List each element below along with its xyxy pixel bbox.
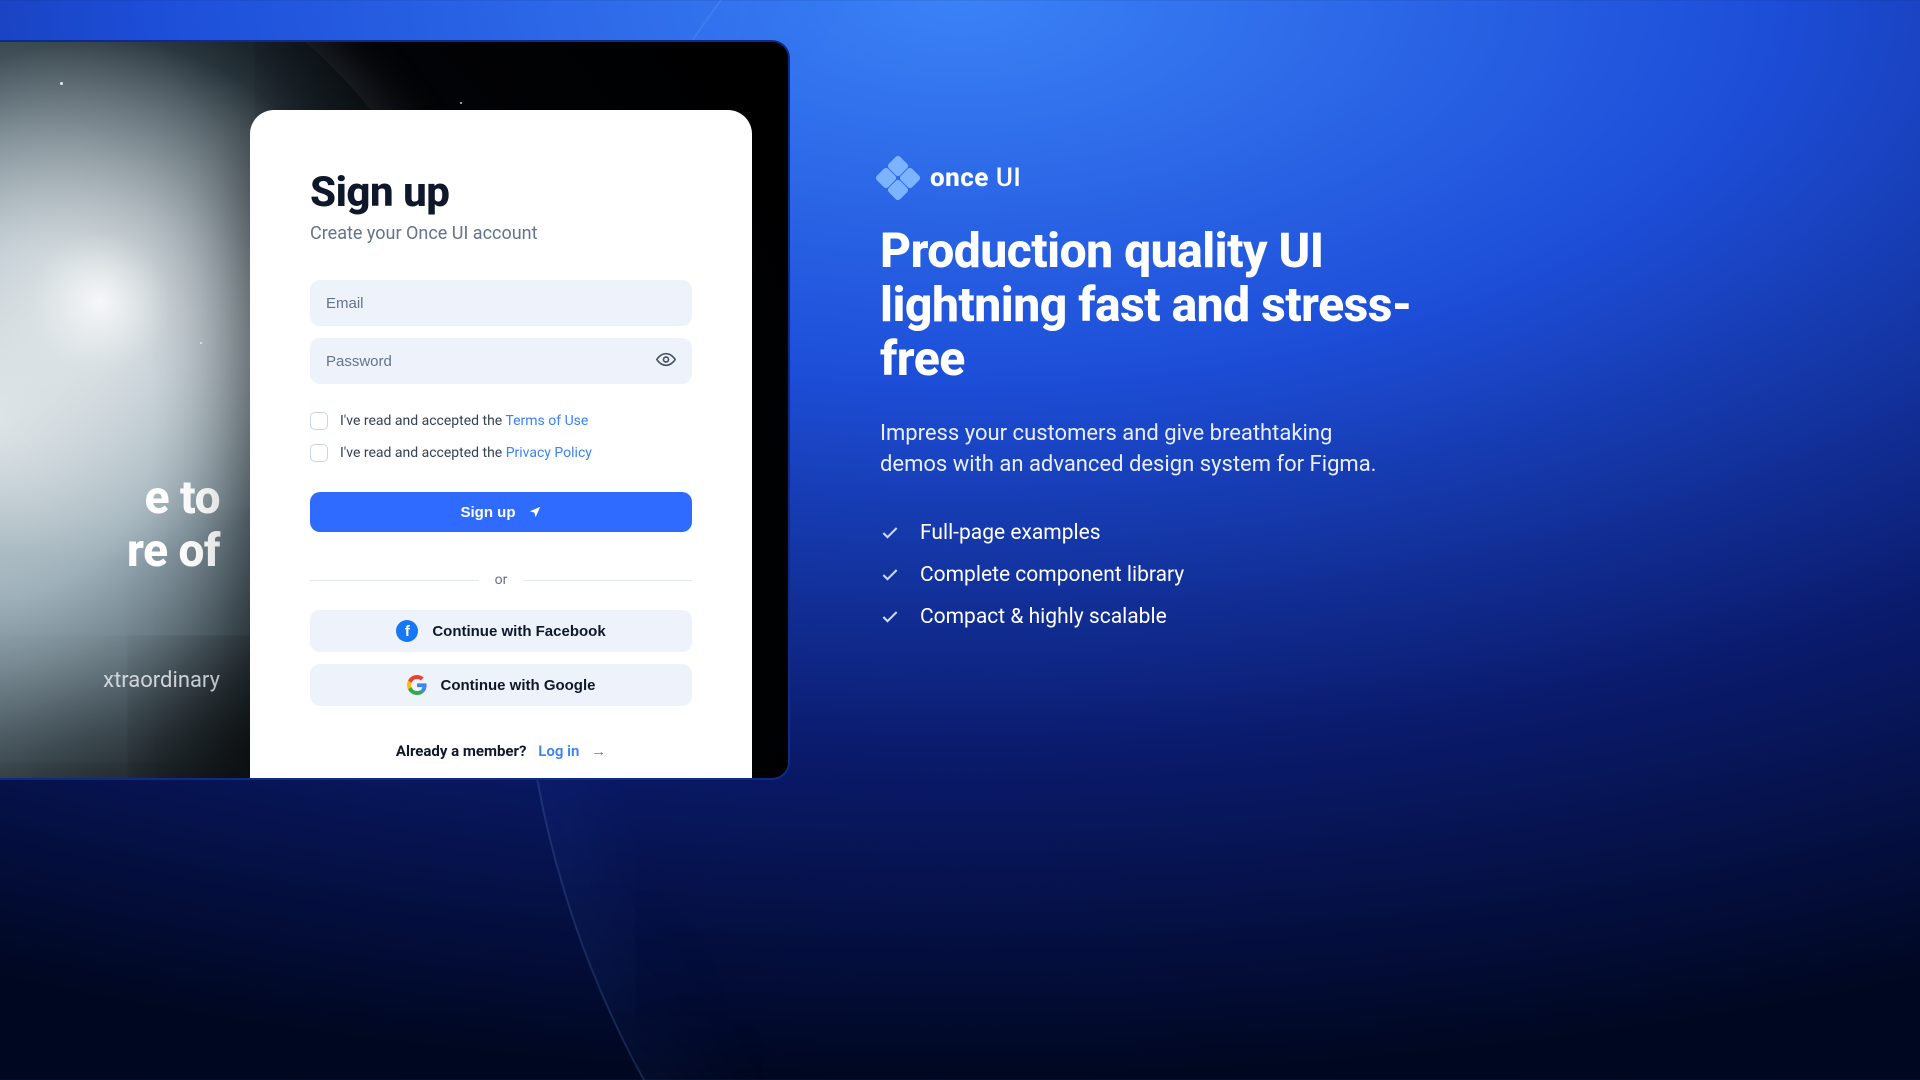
divider-label: or — [495, 572, 508, 588]
privacy-checkbox[interactable] — [310, 444, 328, 462]
divider: or — [310, 572, 692, 588]
brand-ui: UI — [989, 163, 1021, 193]
login-link[interactable]: Log in — [538, 742, 579, 760]
headline: Production quality UI lightning fast and… — [880, 224, 1440, 385]
login-prompt: Already a member? Log in → — [310, 742, 692, 760]
privacy-text: I've read and accepted the Privacy Polic… — [340, 445, 592, 461]
star — [200, 342, 202, 344]
terms-checkbox[interactable] — [310, 412, 328, 430]
continue-google-button[interactable]: Continue with Google — [310, 664, 692, 706]
privacy-check-row[interactable]: I've read and accepted the Privacy Polic… — [310, 444, 692, 462]
signup-card: Sign up Create your Once UI account I've… — [250, 110, 752, 780]
hero-line-1: e to — [145, 471, 220, 525]
hero-line-2: re of — [127, 524, 220, 578]
brand-text: once UI — [930, 163, 1021, 193]
facebook-label: Continue with Facebook — [432, 623, 605, 640]
google-label: Continue with Google — [441, 677, 596, 694]
terms-check-row[interactable]: I've read and accepted the Terms of Use — [310, 412, 692, 430]
password-field[interactable] — [326, 338, 676, 384]
check-prefix: I've read and accepted the — [340, 413, 505, 429]
email-field[interactable] — [326, 280, 676, 326]
hero-copy: e to re of xtraordinary — [0, 472, 220, 693]
feature-item: Compact & highly scalable — [880, 605, 1440, 629]
marketing-copy: once UI Production quality UI lightning … — [880, 160, 1440, 629]
preview-window: e to re of xtraordinary Sign up Create y… — [0, 40, 790, 780]
feature-item: Full-page examples — [880, 521, 1440, 545]
google-icon — [407, 675, 427, 695]
star — [60, 82, 63, 85]
terms-text: I've read and accepted the Terms of Use — [340, 413, 588, 429]
check-icon — [880, 523, 900, 543]
feature-label: Full-page examples — [920, 521, 1101, 545]
star — [460, 102, 462, 104]
arrow-right-icon: → — [591, 742, 606, 760]
password-field-wrap[interactable] — [310, 338, 692, 384]
signup-button[interactable]: Sign up — [310, 492, 692, 532]
signup-button-label: Sign up — [461, 504, 516, 521]
feature-list: Full-page examples Complete component li… — [880, 521, 1440, 629]
feature-item: Complete component library — [880, 563, 1440, 587]
check-icon — [880, 607, 900, 627]
check-icon — [880, 565, 900, 585]
feature-label: Complete component library — [920, 563, 1184, 587]
check-prefix: I've read and accepted the — [340, 445, 506, 461]
terms-link[interactable]: Terms of Use — [505, 413, 588, 429]
brand-once: once — [930, 163, 989, 193]
brand-row: once UI — [880, 160, 1440, 196]
privacy-link[interactable]: Privacy Policy — [506, 445, 592, 461]
continue-facebook-button[interactable]: f Continue with Facebook — [310, 610, 692, 652]
email-field-wrap[interactable] — [310, 280, 692, 326]
feature-label: Compact & highly scalable — [920, 605, 1167, 629]
send-icon — [528, 505, 542, 519]
member-prompt: Already a member? — [396, 742, 527, 760]
card-subtitle: Create your Once UI account — [310, 223, 692, 244]
subheadline: Impress your customers and give breathta… — [880, 419, 1400, 481]
toggle-password-icon[interactable] — [652, 346, 680, 377]
hero-tagline: xtraordinary — [0, 668, 220, 693]
card-title: Sign up — [310, 168, 692, 217]
once-ui-logo-icon — [880, 160, 916, 196]
facebook-icon: f — [396, 620, 418, 642]
